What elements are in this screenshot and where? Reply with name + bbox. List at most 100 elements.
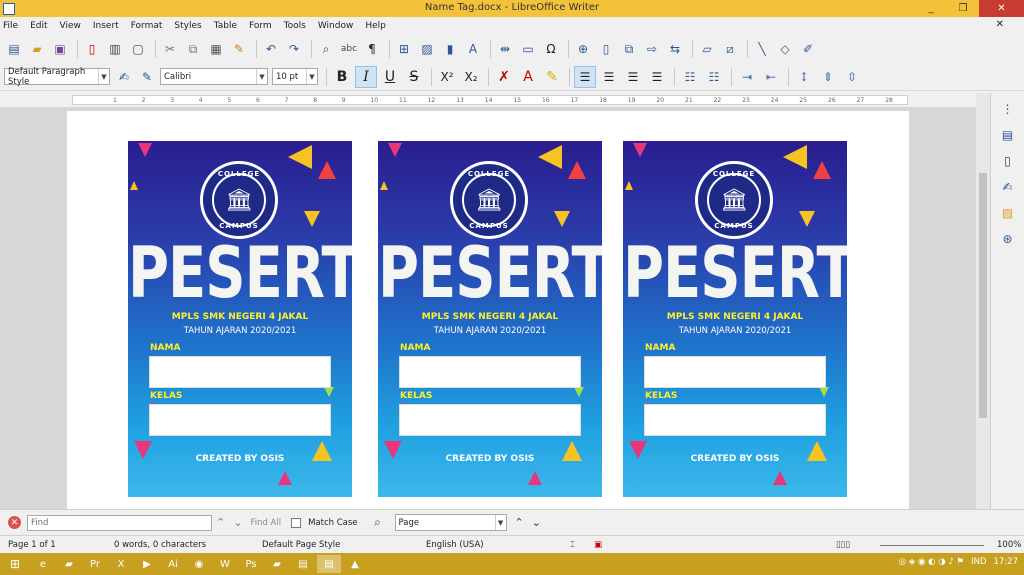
- insert-mode-icon[interactable]: ⌶: [570, 540, 575, 550]
- menu-tools[interactable]: Tools: [284, 21, 306, 31]
- decrease-indent-icon[interactable]: ⇤: [760, 66, 782, 88]
- class-box[interactable]: [644, 404, 826, 436]
- footnote-icon[interactable]: ▯: [596, 39, 616, 59]
- word-count[interactable]: 0 words, 0 characters: [114, 540, 206, 550]
- font-color-icon[interactable]: A: [517, 66, 539, 88]
- minimize-button[interactable]: _: [915, 0, 947, 17]
- insert-image-icon[interactable]: ▨: [417, 39, 437, 59]
- menu-styles[interactable]: Styles: [174, 21, 201, 31]
- vertical-scrollbar[interactable]: [976, 93, 990, 509]
- hyperlink-icon[interactable]: ⊕: [573, 39, 593, 59]
- maximize-button[interactable]: ❐: [947, 0, 979, 17]
- cut-icon[interactable]: ✂: [160, 39, 180, 59]
- special-character-icon[interactable]: Ω: [541, 39, 561, 59]
- zoom-slider[interactable]: [880, 545, 984, 546]
- green-app-icon[interactable]: ▲: [343, 555, 367, 573]
- menu-form[interactable]: Form: [249, 21, 272, 31]
- name-box[interactable]: [399, 356, 581, 388]
- scrollbar-thumb[interactable]: [979, 173, 987, 418]
- menu-view[interactable]: View: [60, 21, 81, 31]
- properties-icon[interactable]: ▤: [997, 125, 1019, 145]
- bookmark-icon[interactable]: ⇨: [642, 39, 662, 59]
- clone-formatting-icon[interactable]: ✎: [229, 39, 249, 59]
- ie-app-icon[interactable]: e: [31, 555, 55, 573]
- find-input[interactable]: [27, 514, 212, 531]
- copy-icon[interactable]: ⧉: [183, 39, 203, 59]
- horizontal-ruler[interactable]: 1 2 3 4 5 6 7 8 9 10 11 12 13 14 15 16 17 18 19 20 21 22 23 24 2…: [0, 93, 1024, 107]
- paragraph-spacing-above-icon[interactable]: ⇕: [817, 66, 839, 88]
- excel-app-icon[interactable]: X: [109, 555, 133, 573]
- print-icon[interactable]: ▥: [105, 39, 125, 59]
- name-tag-card[interactable]: COLLEGE 🏛 CAMPUS PESERTA MPLS SMK NEGERI…: [128, 141, 352, 497]
- menu-format[interactable]: Format: [131, 21, 163, 31]
- line-spacing-icon[interactable]: ↕: [793, 66, 815, 88]
- media-app-icon[interactable]: ▶: [135, 555, 159, 573]
- name-box[interactable]: [149, 356, 331, 388]
- print-preview-icon[interactable]: ▢: [128, 39, 148, 59]
- track-changes-icon[interactable]: ⧄: [720, 39, 740, 59]
- clock[interactable]: 17:27: [994, 557, 1019, 567]
- zoom-level[interactable]: 100%: [997, 540, 1021, 550]
- language[interactable]: English (USA): [426, 540, 484, 550]
- menu-insert[interactable]: Insert: [93, 21, 119, 31]
- highlight-color-icon[interactable]: ✎: [541, 66, 563, 88]
- bullet-list-icon[interactable]: ☷: [679, 66, 701, 88]
- clear-formatting-icon[interactable]: ✗: [493, 66, 515, 88]
- writer-app-icon[interactable]: [3, 2, 15, 15]
- class-box[interactable]: [149, 404, 331, 436]
- spelling-icon[interactable]: abc: [339, 39, 359, 59]
- close-document-icon[interactable]: ✕: [996, 19, 1004, 30]
- endnote-icon[interactable]: ⧉: [619, 39, 639, 59]
- page-icon[interactable]: ▯: [997, 151, 1019, 171]
- formatting-marks-icon[interactable]: ¶: [362, 39, 382, 59]
- name-box[interactable]: [644, 356, 826, 388]
- new-style-icon[interactable]: ✎: [137, 67, 157, 87]
- navigator-icon[interactable]: ⊛: [997, 229, 1019, 249]
- numbered-list-icon[interactable]: ☷: [703, 66, 725, 88]
- search-type-select[interactable]: Page ▼: [394, 514, 507, 531]
- premiere-app-icon[interactable]: Pr: [83, 555, 107, 573]
- chrome-app-icon[interactable]: ◉: [187, 555, 211, 573]
- paragraph-spacing-below-icon[interactable]: ⇳: [841, 66, 863, 88]
- insert-table-icon[interactable]: ⊞: [394, 39, 414, 59]
- underline-button[interactable]: U: [379, 66, 401, 88]
- match-case-checkbox[interactable]: [291, 517, 302, 528]
- line-icon[interactable]: ╲: [752, 39, 772, 59]
- word-app-icon[interactable]: W: [213, 555, 237, 573]
- find-replace-icon[interactable]: ⌕: [316, 39, 336, 59]
- italic-button[interactable]: I: [355, 65, 377, 88]
- comment-icon[interactable]: ▱: [697, 39, 717, 59]
- explorer-app-icon[interactable]: ▰: [57, 555, 81, 573]
- bold-button[interactable]: B: [331, 66, 353, 88]
- subscript-button[interactable]: X₂: [460, 66, 482, 88]
- page-break-icon[interactable]: ⇹: [495, 39, 515, 59]
- writer-active-taskbar-icon[interactable]: ▤: [317, 555, 341, 573]
- writer-taskbar-icon[interactable]: ▤: [291, 555, 315, 573]
- find-all-button[interactable]: Find All: [250, 518, 281, 528]
- navigate-down-icon[interactable]: ⌄: [532, 516, 541, 529]
- navigate-up-icon[interactable]: ⌃: [515, 516, 524, 529]
- save-icon[interactable]: ▣: [50, 39, 70, 59]
- document-canvas[interactable]: COLLEGE 🏛 CAMPUS PESERTA MPLS SMK NEGERI…: [0, 107, 976, 509]
- find-replace-icon[interactable]: ⌕: [368, 513, 388, 533]
- export-pdf-icon[interactable]: ▯: [82, 39, 102, 59]
- find-previous-icon[interactable]: ⌃: [216, 516, 225, 529]
- align-right-icon[interactable]: ☰: [622, 66, 644, 88]
- page-count[interactable]: Page 1 of 1: [8, 540, 56, 550]
- photoshop-app-icon[interactable]: Ps: [239, 555, 263, 573]
- superscript-button[interactable]: X²: [436, 66, 458, 88]
- paste-icon[interactable]: ▦: [206, 39, 226, 59]
- justify-icon[interactable]: ☰: [646, 66, 668, 88]
- view-layout-icon[interactable]: ▯▯▯: [836, 540, 850, 550]
- basic-shapes-icon[interactable]: ◇: [775, 39, 795, 59]
- class-box[interactable]: [399, 404, 581, 436]
- find-next-icon[interactable]: ⌄: [233, 516, 242, 529]
- paragraph-style-select[interactable]: Default Paragraph Style ▼: [4, 67, 110, 87]
- new-document-icon[interactable]: ▤: [4, 39, 24, 59]
- font-size-select[interactable]: 10 pt ▼: [272, 68, 318, 85]
- menu-file[interactable]: File: [3, 21, 18, 31]
- insert-chart-icon[interactable]: ▮: [440, 39, 460, 59]
- name-tag-card[interactable]: COLLEGE 🏛 CAMPUS PESERTA MPLS SMK NEGERI…: [378, 141, 602, 497]
- align-center-icon[interactable]: ☰: [598, 66, 620, 88]
- sidebar-menu-icon[interactable]: ⋮: [997, 99, 1019, 119]
